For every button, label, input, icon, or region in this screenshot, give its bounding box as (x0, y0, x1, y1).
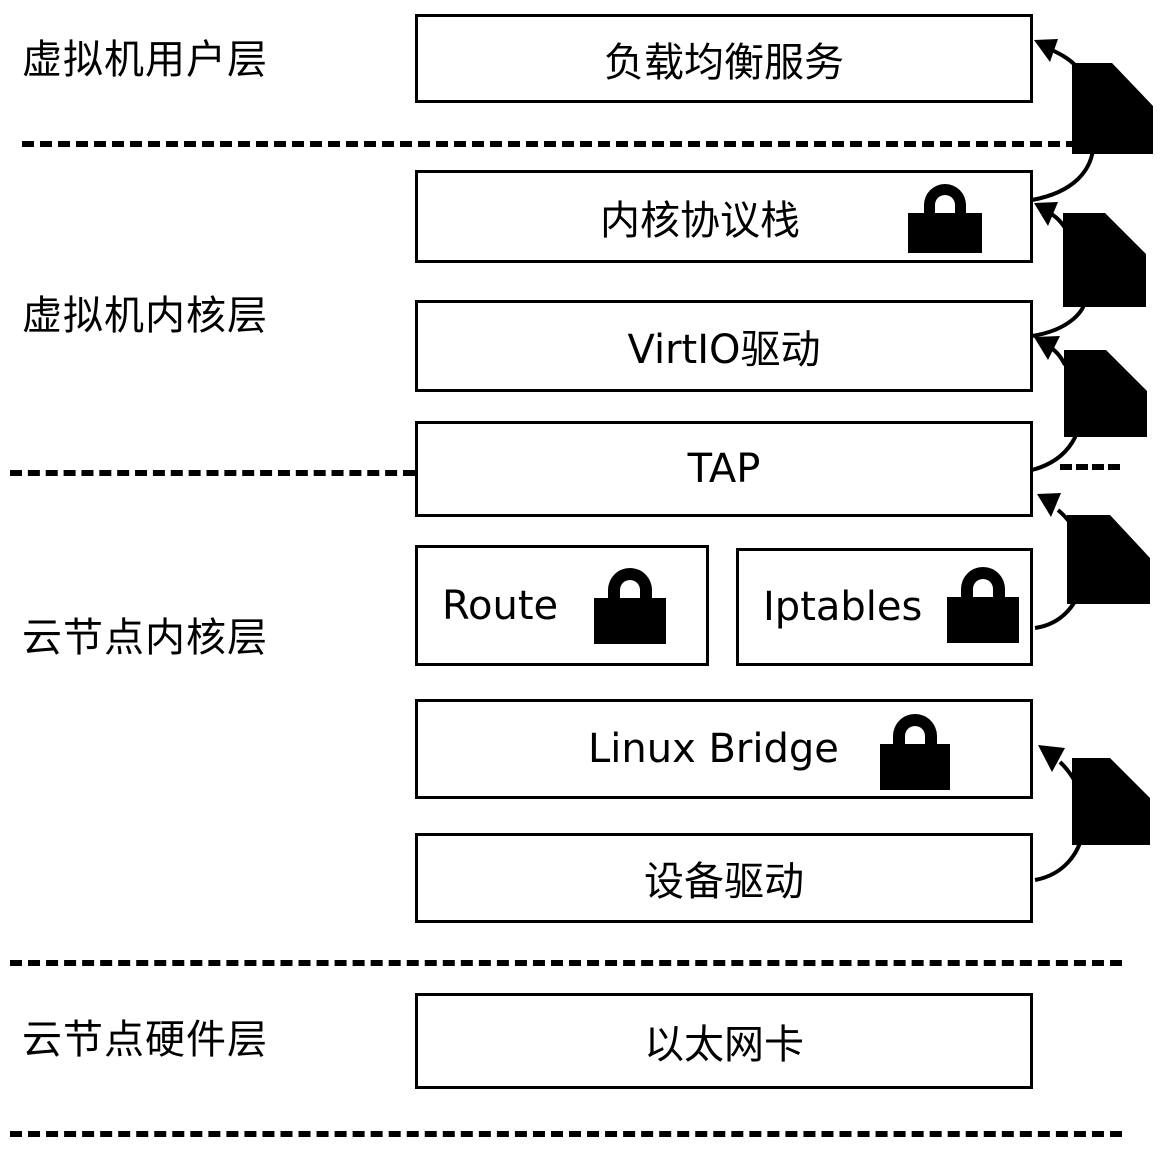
lock-icon (947, 567, 1019, 643)
flow-arrow (1046, 344, 1067, 366)
layer-label-node-kernel: 云节点内核层 (22, 615, 268, 661)
layer-divider (10, 1131, 1122, 1137)
flow-arrow (1046, 210, 1067, 230)
box-label: 内核协议栈 (600, 197, 800, 244)
box-virtio-driver: VirtIO驱动 (415, 300, 1033, 392)
box-label: 负载均衡服务 (604, 39, 844, 86)
box-label: VirtIO驱动 (627, 327, 821, 373)
layer-divider (22, 141, 1132, 147)
box-route: Route (415, 545, 709, 666)
box-kernel-stack: 内核协议栈 (415, 170, 1033, 263)
flow-arrow (1031, 299, 1087, 338)
box-label: Route (442, 582, 559, 629)
arrowhead-icon (1034, 336, 1060, 360)
arrowhead-icon (1037, 493, 1061, 517)
lock-icon (908, 184, 982, 253)
box-load-balancer: 负载均衡服务 (415, 14, 1033, 103)
layer-divider (10, 960, 1122, 966)
packet-document-icon (1067, 515, 1150, 604)
box-label: Iptables (763, 584, 923, 630)
flow-arrow (1034, 508, 1086, 630)
arrowhead-icon (1034, 39, 1058, 62)
layer-divider (10, 470, 415, 476)
box-linux-bridge: Linux Bridge (415, 699, 1033, 799)
layer-label-vm-kernel: 虚拟机内核层 (22, 293, 268, 339)
box-label: 以太网卡 (644, 1022, 804, 1068)
layer-label-vm-user: 虚拟机用户层 (22, 37, 268, 83)
packet-document-icon (1072, 758, 1150, 845)
box-label: Linux Bridge (588, 726, 839, 772)
flow-arrow (1034, 760, 1087, 882)
arrowhead-icon (1038, 745, 1065, 772)
flow-arrow (1051, 48, 1077, 67)
flow-arrow (1031, 149, 1095, 202)
packet-document-icon (1064, 350, 1147, 437)
lock-icon (880, 714, 950, 790)
layer-label-node-hardware: 云节点硬件层 (22, 1017, 268, 1063)
box-label: TAP (687, 446, 761, 492)
packet-document-icon (1063, 213, 1146, 307)
flow-arrow (1031, 399, 1083, 472)
box-device-driver: 设备驱动 (415, 833, 1033, 923)
box-tap: TAP (415, 421, 1033, 517)
box-label: 设备驱动 (644, 859, 804, 905)
arrowhead-icon (1034, 202, 1058, 226)
layer-divider (1060, 464, 1120, 470)
lock-icon (594, 568, 666, 644)
box-iptables: Iptables (736, 548, 1033, 666)
box-ethernet-nic: 以太网卡 (415, 993, 1033, 1089)
